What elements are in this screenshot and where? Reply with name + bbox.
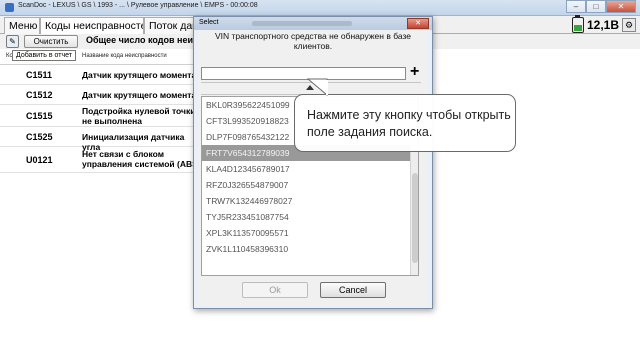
vin-not-found-message: VIN транспортного средства не обнаружен … [214, 31, 412, 51]
add-to-report-icon[interactable]: ✎ [6, 35, 19, 48]
ok-button[interactable]: Ok [242, 282, 308, 298]
battery-icon [571, 15, 584, 33]
fault-description: Подстройка нулевой точки не выполнена [82, 106, 196, 126]
window-titlebar: ScanDoc - LEXUS \ GS \ 1993 - ... \ Руле… [0, 0, 640, 16]
cancel-button[interactable]: Cancel [320, 282, 386, 298]
hint-callout: Нажмите эту кнопку чтобы открыть поле за… [294, 94, 516, 152]
settings-icon[interactable]: ⚙ [622, 18, 636, 32]
window-controls: – □ ✕ [566, 0, 636, 13]
table-row[interactable]: C1525 Инициализация датчика угла [0, 127, 200, 152]
column-header-name: Название кода неисправности [82, 53, 167, 59]
close-window-button[interactable]: ✕ [606, 0, 636, 13]
fault-description: Датчик крутящего момента [82, 70, 197, 80]
callout-pointer [306, 78, 328, 96]
dialog-close-button[interactable]: ✕ [407, 18, 429, 29]
tab-data-stream[interactable]: Поток данных [144, 17, 196, 34]
table-row[interactable]: C1511 Датчик крутящего момента [0, 65, 200, 85]
vin-list-item[interactable]: TYJ5R233451087754 [202, 209, 418, 225]
vin-list-item[interactable]: ZVK1L110458396310 [202, 241, 418, 257]
add-vin-plus-icon[interactable]: + [410, 64, 419, 80]
scrollbar-thumb[interactable] [412, 173, 418, 263]
vin-list-item[interactable]: XPL3K113570095571 [202, 225, 418, 241]
clear-button[interactable]: Очистить [24, 35, 78, 48]
dialog-title: Select [199, 19, 219, 26]
fault-description: Нет связи с блоком управления системой (… [82, 149, 200, 169]
window-title: ScanDoc - LEXUS \ GS \ 1993 - ... \ Руле… [18, 2, 258, 9]
scandoc-app: ScanDoc - LEXUS \ GS \ 1993 - ... \ Руле… [0, 0, 640, 360]
fault-code: C1512 [26, 90, 53, 100]
dialog-titlebar: Select ✕ [194, 17, 432, 30]
status-area: 12,1В ⚙ [571, 15, 636, 34]
fault-code: C1515 [26, 111, 53, 121]
fault-code: C1525 [26, 132, 53, 142]
tab-menu[interactable]: Меню [4, 17, 40, 34]
fault-code: U0121 [26, 155, 53, 165]
table-row[interactable]: C1515 Подстройка нулевой точки не выполн… [0, 105, 200, 127]
table-row[interactable]: U0121 Нет связи с блоком управления сист… [0, 147, 200, 173]
battery-level [573, 25, 582, 31]
fault-description: Датчик крутящего момента [82, 90, 197, 100]
tab-fault-codes[interactable]: Коды неисправностей [40, 17, 144, 34]
fault-code: C1511 [26, 70, 53, 80]
blurred-title-text [252, 21, 352, 26]
dialog-body: VIN транспортного средства не обнаружен … [198, 30, 428, 306]
hint-callout-text: Нажмите эту кнопку чтобы открыть поле за… [307, 108, 511, 139]
select-vin-dialog: Select ✕ VIN транспортного средства не о… [193, 16, 433, 309]
vin-list-item[interactable]: TRW7K132446978027 [202, 193, 418, 209]
vin-search-input[interactable] [201, 67, 406, 80]
minimize-button[interactable]: – [566, 0, 586, 13]
vin-list-item[interactable]: KLA4D123456789017 [202, 161, 418, 177]
app-icon [5, 3, 14, 12]
voltage-readout: 12,1В [586, 18, 619, 32]
tooltip-add-to-report: Добавить в отчет [12, 50, 77, 61]
table-row[interactable]: C1512 Датчик крутящего момента [0, 85, 200, 105]
vin-list-item[interactable]: RFZ0J326554879007 [202, 177, 418, 193]
fault-codes-table: Ко Название кода неисправности C1511 Дат… [0, 49, 200, 360]
maximize-button[interactable]: □ [586, 0, 606, 13]
